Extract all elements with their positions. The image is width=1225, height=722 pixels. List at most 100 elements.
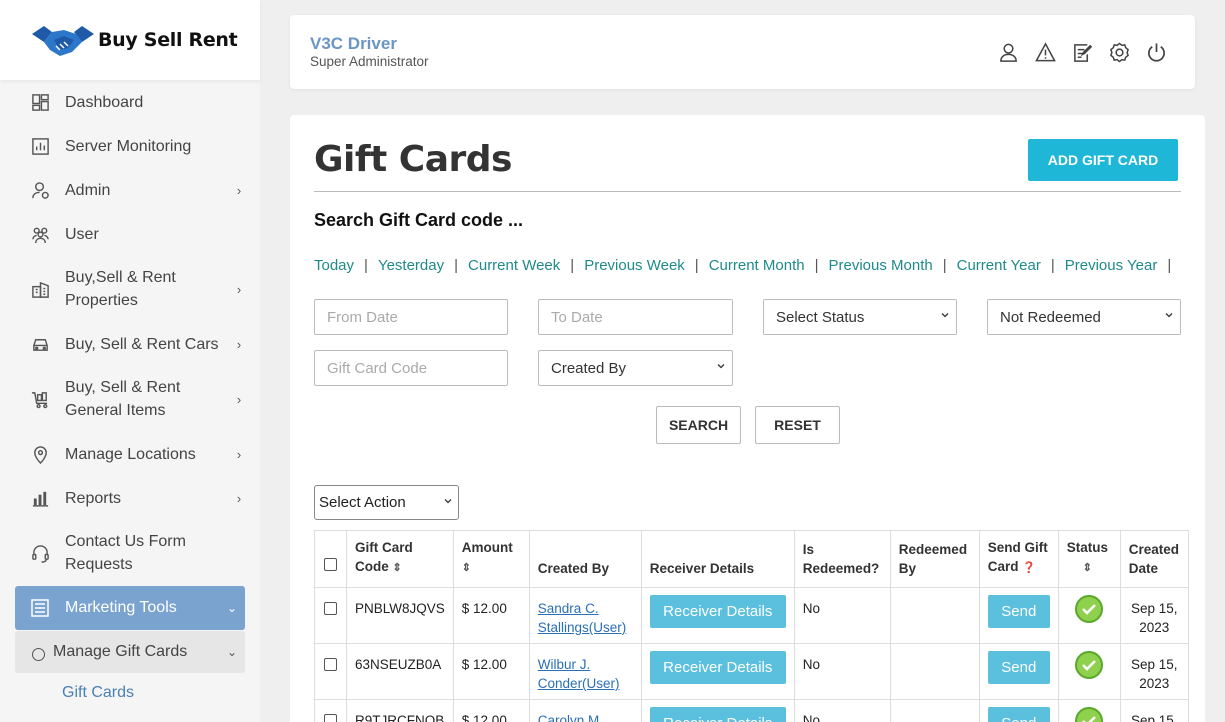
table-header-row: Gift Card Code ⇕ Amount ⇕ Created By Rece… — [314, 530, 1189, 588]
send-button[interactable]: Send — [987, 595, 1050, 628]
receiver-details-button[interactable]: Receiver Details — [649, 595, 786, 628]
search-button[interactable]: SEARCH — [656, 406, 741, 444]
row-select-cell — [314, 643, 347, 700]
check-circle-icon[interactable] — [1074, 650, 1104, 680]
sidebar-item-label: Buy,Sell & Rent Properties — [65, 269, 176, 309]
cell-created-by: Wilbur J. Conder(User) — [528, 643, 642, 700]
check-circle-icon[interactable] — [1074, 594, 1104, 624]
sort-icon: ⇕ — [392, 562, 402, 574]
link-previous-year[interactable]: Previous Year — [1065, 257, 1158, 274]
sidebar-item-cars[interactable]: Buy, Sell & Rent Cars › — [30, 333, 250, 356]
warning-icon[interactable] — [1034, 41, 1056, 63]
reset-button[interactable]: RESET — [755, 406, 840, 444]
sidebar-item-locations[interactable]: Manage Locations › — [30, 443, 250, 466]
dashboard-icon — [30, 93, 50, 113]
cell-redeemed-by — [889, 699, 980, 722]
column-header-redeemed: Is Redeemed? — [793, 530, 891, 588]
link-current-week[interactable]: Current Week — [468, 257, 560, 274]
column-header-code[interactable]: Gift Card Code ⇕ — [346, 530, 454, 588]
add-gift-card-button[interactable]: ADD GIFT CARD — [1028, 139, 1178, 181]
link-yesterday[interactable]: Yesterday — [378, 257, 444, 274]
column-header-status[interactable]: Status ⇕ — [1057, 530, 1121, 588]
send-button[interactable]: Send — [987, 651, 1050, 684]
redeemed-select-value: Not Redeemed — [1000, 308, 1101, 326]
status-select-value: Select Status — [776, 308, 865, 326]
bulk-action-select[interactable]: Select Action — [314, 485, 459, 520]
sidebar-item-label: User — [65, 226, 99, 243]
created-by-select[interactable]: Created By — [538, 350, 733, 386]
to-date-input[interactable] — [538, 299, 733, 335]
sidebar-item-manage-gift-cards[interactable]: Manage Gift Cards ⌄ — [15, 631, 245, 673]
power-icon[interactable] — [1145, 41, 1167, 63]
gift-card-code-input[interactable] — [314, 350, 508, 386]
bulk-action-value: Select Action — [319, 494, 406, 511]
cell-code: 63NSEUZB0A — [346, 643, 454, 700]
sidebar-item-label: Manage Gift Cards — [53, 643, 188, 660]
column-header-amount[interactable]: Amount ⇕ — [452, 530, 530, 588]
user-role: Super Administrator — [310, 54, 429, 69]
receiver-details-button[interactable]: Receiver Details — [649, 651, 786, 684]
sidebar-item-admin[interactable]: Admin › — [30, 179, 250, 202]
created-by-link[interactable]: Sandra C. Stallings(User) — [538, 601, 627, 635]
cell-redeemed-by — [889, 587, 980, 644]
link-previous-month[interactable]: Previous Month — [828, 257, 932, 274]
created-by-select-value: Created By — [551, 359, 627, 377]
cell-created-date: Sep 15, 2023 — [1119, 643, 1189, 700]
sidebar-item-label: Buy, Sell & Rent General Items — [65, 379, 181, 419]
sidebar-item-marketing-tools[interactable]: Marketing Tools ⌄ — [15, 586, 245, 630]
cell-redeemed: No — [793, 587, 891, 644]
chevron-down-icon — [1165, 313, 1173, 318]
row-checkbox[interactable] — [324, 658, 337, 671]
redeemed-select[interactable]: Not Redeemed — [987, 299, 1181, 335]
sort-icon: ⇕ — [461, 562, 471, 574]
sidebar-item-general-items[interactable]: Buy, Sell & Rent General Items › — [30, 376, 250, 422]
chevron-right-icon: › — [236, 337, 242, 352]
from-date-input[interactable] — [314, 299, 508, 335]
chevron-right-icon: › — [236, 391, 242, 407]
row-checkbox[interactable] — [324, 714, 337, 722]
sidebar-item-dashboard[interactable]: Dashboard — [30, 91, 250, 114]
column-header-created-by: Created By — [528, 530, 642, 588]
link-today[interactable]: Today — [314, 257, 354, 274]
receiver-details-button[interactable]: Receiver Details — [649, 707, 786, 722]
send-button[interactable]: Send — [987, 707, 1050, 722]
check-circle-icon[interactable] — [1074, 706, 1104, 722]
edit-icon[interactable] — [1071, 41, 1093, 63]
created-by-link[interactable]: Wilbur J. Conder(User) — [538, 657, 620, 691]
row-checkbox[interactable] — [324, 602, 337, 615]
cell-redeemed-by — [889, 643, 980, 700]
cell-status — [1057, 643, 1121, 700]
separator: | — [364, 257, 368, 274]
chevron-right-icon: › — [236, 491, 242, 506]
link-current-year[interactable]: Current Year — [957, 257, 1041, 274]
status-select[interactable]: Select Status — [763, 299, 957, 335]
brand-name: Buy Sell Rent — [98, 29, 238, 51]
chevron-down-icon: ⌄ — [226, 645, 237, 659]
content-card: Gift Cards ADD GIFT CARD Search Gift Car… — [290, 115, 1205, 722]
cell-status — [1057, 699, 1121, 722]
sidebar-item-label: Contact Us Form Requests — [65, 533, 186, 573]
sidebar-item-reports[interactable]: Reports › — [30, 487, 250, 510]
sidebar-item-server-monitoring[interactable]: Server Monitoring — [30, 135, 250, 158]
circle-icon — [32, 647, 45, 661]
logo[interactable]: Buy Sell Rent — [0, 0, 260, 80]
sidebar-item-user[interactable]: User — [30, 223, 250, 246]
link-current-month[interactable]: Current Month — [709, 257, 805, 274]
sidebar-item-gift-cards[interactable]: Gift Cards — [62, 684, 134, 702]
link-previous-week[interactable]: Previous Week — [584, 257, 685, 274]
sidebar-item-label: Dashboard — [65, 94, 144, 111]
select-all-checkbox[interactable] — [324, 558, 337, 571]
cell-amount: $ 12.00 — [452, 643, 530, 700]
sidebar-item-properties[interactable]: Buy,Sell & Rent Properties › — [30, 266, 250, 312]
cell-send: Send — [978, 643, 1059, 700]
question-circle-icon[interactable]: ❓ — [1022, 562, 1036, 574]
chevron-right-icon: › — [236, 447, 242, 462]
profile-icon[interactable] — [997, 41, 1019, 63]
sidebar-item-contact-requests[interactable]: Contact Us Form Requests — [30, 530, 250, 576]
cell-redeemed: No — [793, 643, 891, 700]
separator: | — [1167, 257, 1172, 274]
settings-icon[interactable] — [1108, 41, 1130, 63]
created-by-link[interactable]: Carolyn M. — [538, 713, 603, 722]
cell-created-date: Sep 15, — [1119, 699, 1189, 722]
separator: | — [570, 257, 575, 274]
